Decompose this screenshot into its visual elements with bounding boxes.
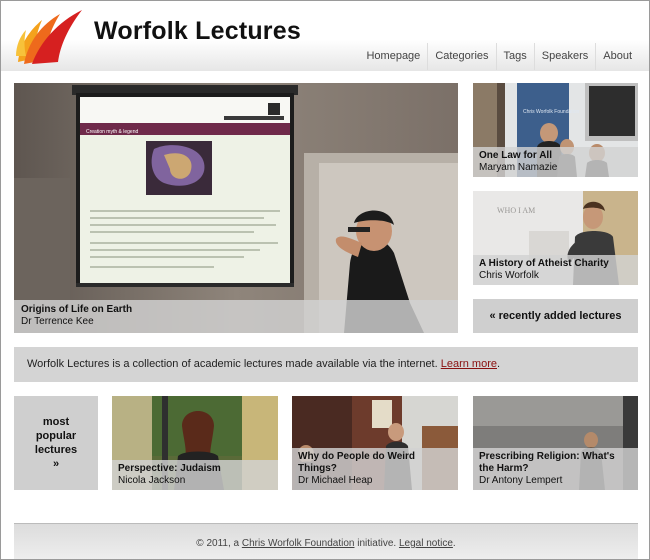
- intro-banner: Worfolk Lectures is a collection of acad…: [14, 347, 638, 382]
- legal-notice-link[interactable]: Legal notice: [399, 538, 453, 549]
- intro-text: Worfolk Lectures is a collection of acad…: [27, 358, 441, 370]
- side-lecture-2-caption: A History of Atheist Charity Chris Worfo…: [473, 255, 638, 285]
- popular-lecture-2[interactable]: Why do People do Weird Things? Dr Michae…: [292, 396, 458, 490]
- page-frame: Worfolk Lectures Homepage Categories Tag…: [0, 0, 650, 560]
- foundation-link[interactable]: Chris Worfolk Foundation: [242, 538, 355, 549]
- popular-lecture-3-caption: Prescribing Religion: What's the Harm? D…: [473, 448, 638, 490]
- nav-homepage[interactable]: Homepage: [359, 43, 427, 70]
- featured-lecture-speaker: Dr Terrence Kee: [21, 316, 94, 327]
- popular-box-line-4: »: [52, 458, 60, 470]
- nav-about[interactable]: About: [595, 43, 639, 70]
- popular-lecture-1[interactable]: Perspective: Judaism Nicola Jackson: [112, 396, 278, 490]
- side-lecture-1-speaker: Maryam Namazie: [479, 162, 558, 173]
- popular-lecture-3-speaker: Dr Antony Lempert: [479, 475, 563, 486]
- side-lecture-2-title[interactable]: A History of Atheist Charity: [479, 258, 632, 270]
- side-2-banner: WHO I AM: [497, 206, 535, 215]
- featured-lecture-photo: Creation myth & legend: [14, 83, 458, 333]
- learn-more-link[interactable]: Learn more: [441, 358, 497, 370]
- footer-end: .: [452, 538, 456, 549]
- popular-lecture-3-title[interactable]: Prescribing Religion: What's the Harm?: [479, 451, 632, 475]
- side-lecture-2[interactable]: WHO I AM A History of Atheist Charity Ch…: [473, 191, 638, 285]
- featured-lecture[interactable]: Creation myth & legend Origins of Life o…: [14, 83, 458, 333]
- popular-box-line-2: popular: [35, 430, 77, 442]
- site-title[interactable]: Worfolk Lectures: [94, 17, 301, 46]
- popular-lecture-3[interactable]: Prescribing Religion: What's the Harm? D…: [473, 396, 638, 490]
- popular-box-line-3: lectures: [34, 444, 78, 456]
- nav-speakers[interactable]: Speakers: [533, 43, 595, 70]
- slide-heading: Creation myth & legend: [86, 129, 138, 135]
- footer: © 2011, a Chris Worfolk Foundation initi…: [14, 523, 638, 559]
- nav-categories[interactable]: Categories: [427, 43, 495, 70]
- side-1-banner: Chris Worfolk Foundation: [523, 109, 580, 115]
- side-lecture-1-caption: One Law for All Maryam Namazie: [473, 147, 638, 177]
- featured-caption: Origins of Life on Earth Dr Terrence Kee: [14, 300, 458, 333]
- popular-lecture-1-title[interactable]: Perspective: Judaism: [118, 463, 272, 475]
- popular-box-line-1: most: [42, 416, 70, 428]
- featured-lecture-title[interactable]: Origins of Life on Earth: [21, 304, 452, 316]
- flame-logo-icon[interactable]: [14, 6, 84, 66]
- popular-lecture-2-caption: Why do People do Weird Things? Dr Michae…: [292, 448, 458, 490]
- nav-tags[interactable]: Tags: [495, 43, 534, 70]
- most-popular-lectures-link[interactable]: most popular lectures »: [14, 396, 98, 490]
- side-lecture-2-speaker: Chris Worfolk: [479, 270, 539, 281]
- recently-added-label: « recently added lectures: [489, 310, 622, 322]
- side-lecture-1[interactable]: Chris Worfolk Foundation One Law for All…: [473, 83, 638, 177]
- intro-end: .: [497, 358, 501, 370]
- side-lecture-1-title[interactable]: One Law for All: [479, 150, 632, 162]
- footer-mid: initiative.: [354, 538, 399, 549]
- popular-lecture-2-title[interactable]: Why do People do Weird Things?: [298, 451, 452, 475]
- recently-added-lectures-link[interactable]: « recently added lectures: [473, 299, 638, 333]
- popular-lecture-1-caption: Perspective: Judaism Nicola Jackson: [112, 460, 278, 490]
- footer-copyright: © 2011, a: [196, 538, 242, 549]
- main-nav: Homepage Categories Tags Speakers About: [359, 43, 639, 70]
- popular-lecture-2-speaker: Dr Michael Heap: [298, 475, 373, 486]
- popular-lecture-1-speaker: Nicola Jackson: [118, 475, 186, 486]
